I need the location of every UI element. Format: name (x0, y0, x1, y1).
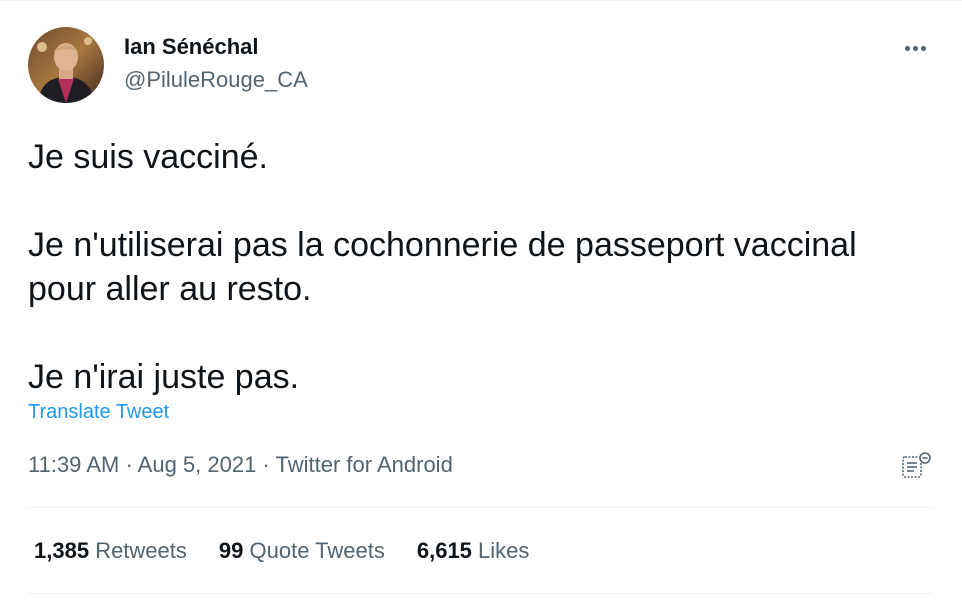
more-dot (913, 46, 918, 51)
tweet-text: Je suis vacciné. Je n'utiliserai pas la … (28, 138, 857, 396)
analytics-button[interactable] (900, 451, 934, 481)
divider (28, 507, 932, 508)
avatar[interactable] (28, 27, 104, 103)
more-dot (921, 46, 926, 51)
author-name[interactable]: Ian Sénéchal (124, 34, 259, 60)
more-horizontal-icon (905, 46, 910, 51)
quote-tweets-stat[interactable]: 99 Quote Tweets (219, 538, 385, 564)
retweets-stat[interactable]: 1,385 Retweets (34, 538, 187, 564)
meta-separator: · (119, 452, 138, 477)
tweet-meta: 11:39 AM · Aug 5, 2021 · Twitter for And… (28, 452, 453, 478)
likes-label: Likes (478, 538, 530, 563)
divider (28, 593, 932, 594)
engagement-stats: 1,385 Retweets 99 Quote Tweets 6,615 Lik… (34, 538, 561, 564)
avatar-image (28, 27, 104, 103)
retweets-label: Retweets (95, 538, 187, 563)
tweet-time[interactable]: 11:39 AM (28, 452, 119, 477)
likes-count: 6,615 (416, 538, 472, 563)
tweet-card: Ian Sénéchal @PiluleRouge_CA Je suis vac… (0, 0, 962, 600)
more-options-button[interactable] (898, 35, 934, 59)
meta-separator: · (256, 452, 276, 477)
quote-tweets-label: Quote Tweets (249, 538, 385, 563)
author-handle[interactable]: @PiluleRouge_CA (124, 67, 308, 93)
retweets-count: 1,385 (34, 538, 90, 563)
analytics-icon (902, 452, 931, 478)
quote-tweets-count: 99 (218, 538, 244, 563)
tweet-date[interactable]: Aug 5, 2021 (138, 452, 257, 477)
translate-tweet-link[interactable]: Translate Tweet (28, 401, 169, 424)
tweet-source[interactable]: Twitter for Android (276, 452, 453, 477)
likes-stat[interactable]: 6,615 Likes (417, 538, 530, 564)
